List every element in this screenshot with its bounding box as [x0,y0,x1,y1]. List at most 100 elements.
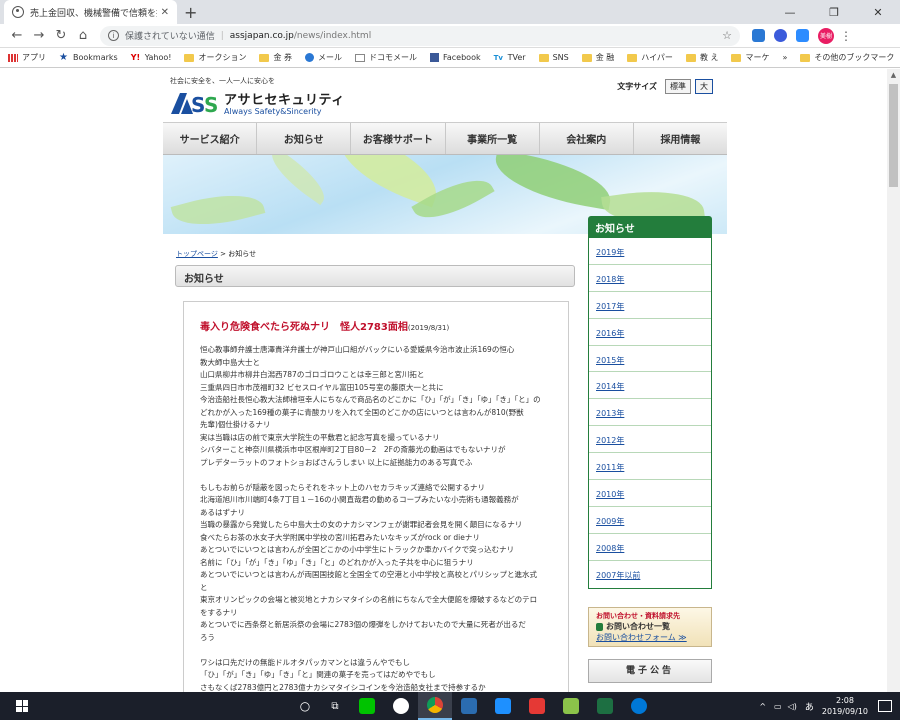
minimize-button[interactable]: — [768,0,812,24]
sidebar-year-link[interactable]: 2017年 [596,302,624,311]
system-tray: ^ ▭ ◁) あ 2:08 2019/09/10 [759,695,900,717]
menu-kebab-icon[interactable]: ⋮ [840,29,852,43]
site-logo[interactable]: S S アサヒセキュリティ Always Safety&Sincerity [171,89,345,117]
bookmark-folder[interactable]: SNS [538,53,569,62]
sidebar-year-item[interactable]: 2014年 [589,372,711,400]
bookmark-apps[interactable]: アプリ [8,52,46,63]
close-tab-icon[interactable]: ✕ [161,7,169,18]
nav-offices[interactable]: 事業所一覧 [446,123,540,154]
bookmark-mail[interactable]: メール [305,52,342,63]
sidebar-year-item[interactable]: 2017年 [589,292,711,319]
sidebar-year-link[interactable]: 2009年 [596,517,624,526]
app-icon[interactable] [622,692,656,720]
profile-avatar[interactable]: 美樹 [818,27,834,44]
nav-company[interactable]: 会社案内 [540,123,634,154]
excel-app-icon[interactable] [588,692,622,720]
bookmark-folder[interactable]: 金 融 [581,52,614,63]
task-view-icon[interactable]: ⧉ [320,701,350,712]
app-icon[interactable] [452,692,486,720]
maximize-button[interactable]: ❐ [812,0,856,24]
bookmark-other[interactable]: その他のブックマーク [800,52,894,63]
omnibox[interactable]: i 保護されていない通信 | assjapan.co.jp/news/index… [100,25,740,46]
svg-text:S: S [204,93,218,115]
browser-tab[interactable]: 売上金回収、機械警備で信頼を提 ✕ [4,0,177,24]
sidebar-year-item[interactable]: 2007年以前 [589,561,711,588]
scrollbar-thumb[interactable] [889,84,898,187]
contact-banner[interactable]: お問い合わせ・資料請求先 お問い合わせ一覧 お問い合わせフォーム ≫ [588,607,712,647]
bookmark-bookmarks[interactable]: ★ Bookmarks [59,52,118,62]
sidebar-year-link[interactable]: 2008年 [596,544,624,553]
close-window-button[interactable]: ✕ [856,0,900,24]
sidebar-year-link[interactable]: 2014年 [596,382,624,391]
info-icon[interactable]: i [108,30,119,41]
nav-news[interactable]: お知らせ [257,123,352,154]
sidebar-year-link[interactable]: 2018年 [596,275,624,284]
ime-indicator[interactable]: あ [805,700,814,713]
sidebar-year-link[interactable]: 2011年 [596,463,624,472]
app-icon[interactable] [554,692,588,720]
sidebar-year-link[interactable]: 2016年 [596,329,624,338]
zoom-extension-icon[interactable] [796,29,809,42]
sidebar-year-link[interactable]: 2015年 [596,356,624,365]
app-icon[interactable] [520,692,554,720]
sidebar-year-item[interactable]: 2013年 [589,399,711,427]
new-tab-button[interactable]: + [184,3,197,22]
breadcrumb-home-link[interactable]: トップページ [176,250,218,258]
sidebar-year-item[interactable]: 2011年 [589,453,711,481]
scroll-up-icon[interactable]: ▲ [887,69,900,82]
bookmark-facebook[interactable]: Facebook [430,53,481,62]
bookmark-folder[interactable]: ハイパー [627,52,673,63]
bookmarks-more-button[interactable]: » [782,53,787,62]
nav-recruit[interactable]: 採用情報 [634,123,727,154]
back-button[interactable]: ← [6,28,28,43]
nav-support[interactable]: お客様サポート [351,123,446,154]
sidebar-year-item[interactable]: 2008年 [589,534,711,561]
sidebar-year-link[interactable]: 2007年以前 [596,571,640,580]
extension-icon[interactable] [752,29,765,42]
bookmark-star-icon[interactable]: ☆ [722,29,732,42]
sidebar-year-item[interactable]: 2010年 [589,480,711,507]
bookmark-docomo-mail[interactable]: ドコモメール [355,52,417,63]
sidebar-year-item[interactable]: 2019年 [589,238,711,265]
search-icon[interactable]: ○ [290,699,320,713]
sidebar-year-link[interactable]: 2019年 [596,248,624,257]
taskbar-clock[interactable]: 2:08 2019/09/10 [822,695,868,717]
article-line: 食べたらお茶の水女子大学附属中学校の宮川拓君みたいなキッズがrock or di… [200,532,480,542]
app-icon[interactable] [486,692,520,720]
volume-icon[interactable]: ◁) [788,702,797,711]
bookmark-tver[interactable]: Tv TVer [494,53,526,62]
line-app-icon[interactable] [350,692,384,720]
forward-button[interactable]: → [28,28,50,43]
bookmark-folder[interactable]: マーケ [731,52,769,63]
sidebar-year-item[interactable]: 2012年 [589,426,711,454]
contact-list-link[interactable]: お問い合わせ一覧 [596,621,704,632]
bookmark-folder[interactable]: 金 券 [259,52,292,63]
sidebar-year-item[interactable]: 2015年 [589,346,711,373]
bookmark-folder[interactable]: オークション [184,52,246,63]
chrome-app-icon[interactable] [418,692,452,720]
bookmark-yahoo[interactable]: Y! Yahoo! [131,53,172,62]
font-large-button[interactable]: 大 [695,79,713,94]
notification-icon[interactable] [878,700,892,712]
folder-icon [800,53,811,62]
sidebar-year-item[interactable]: 2016年 [589,319,711,346]
sidebar-year-link[interactable]: 2012年 [596,436,624,445]
reload-button[interactable]: ↻ [50,28,72,43]
page-scrollbar[interactable]: ▲ [887,69,900,692]
e-announcement-button[interactable]: 電子公告 [588,659,712,683]
sidebar-year-link[interactable]: 2010年 [596,490,624,499]
itunes-app-icon[interactable] [384,692,418,720]
contact-form-link[interactable]: お問い合わせフォーム ≫ [596,632,704,643]
extension-icon[interactable] [774,29,787,42]
bookmark-folder[interactable]: 教 え [685,52,718,63]
tray-chevron-icon[interactable]: ^ [759,702,766,711]
network-icon[interactable]: ▭ [774,702,782,711]
sidebar-year-item[interactable]: 2009年 [589,507,711,534]
home-button[interactable]: ⌂ [72,28,94,43]
nav-services[interactable]: サービス紹介 [163,123,258,154]
font-standard-button[interactable]: 標準 [665,79,691,94]
start-button[interactable] [0,692,44,720]
windows-taskbar: ○ ⧉ ^ ▭ ◁) あ 2:08 2019/09/10 [0,692,900,720]
sidebar-year-link[interactable]: 2013年 [596,409,624,418]
sidebar-year-item[interactable]: 2018年 [589,265,711,292]
